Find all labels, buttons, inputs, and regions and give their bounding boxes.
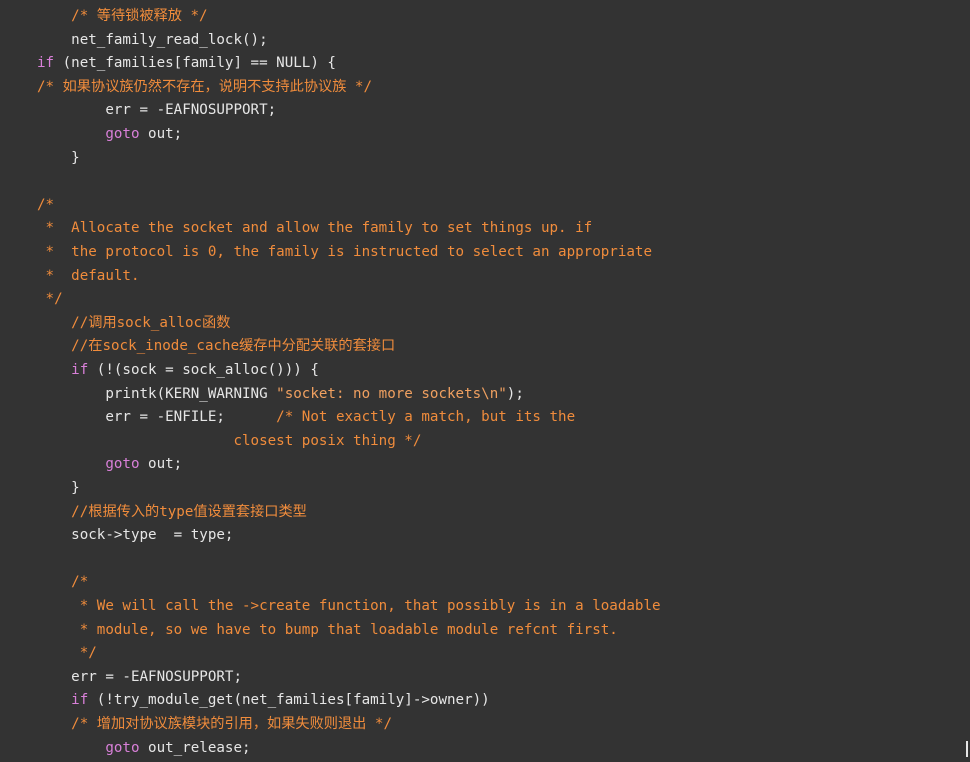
code-keyword: goto (105, 739, 140, 756)
code-comment: /* (71, 574, 89, 591)
code-comment: /* 等待锁被释放 */ (71, 8, 208, 24)
code-keyword: if (71, 362, 89, 378)
code-comment: * the protocol is 0, the family is instr… (37, 244, 652, 260)
code-keyword: if (71, 692, 89, 709)
code-comment: closest posix thing */ (37, 432, 422, 449)
code-text: } (37, 149, 80, 166)
code-text: out; (139, 456, 183, 473)
code-line: err = -EAFNOSUPPORT; (37, 665, 242, 689)
code-text: (!(sock = sock_alloc())) { (88, 362, 319, 378)
code-line: /* 如果协议族仍然不存在，说明不支持此协议族 */ (37, 75, 372, 99)
code-line: goto out_release; (37, 736, 251, 760)
code-comment: //在sock_inode_cache缓存中分配关联的套接口 (71, 338, 396, 355)
code-text: (net_families[family] == NULL) { (54, 55, 336, 72)
code-text: net_family_read_lock(); (37, 31, 268, 48)
code-line: if (!(sock = sock_alloc())) { (37, 358, 319, 382)
code-line: */ (37, 641, 97, 665)
code-comment: /* 如果协议族仍然不存在，说明不支持此协议族 */ (37, 78, 373, 95)
code-line: err = -EAFNOSUPPORT; (37, 98, 276, 122)
code-comment: /* 增加对协议族模块的引用，如果失败则退出 */ (71, 716, 392, 732)
code-line: if (net_families[family] == NULL) { (37, 51, 336, 75)
code-keyword: if (37, 55, 55, 72)
code-line: sock->type = type; (37, 523, 233, 547)
code-line: //调用sock_alloc函数 (37, 311, 230, 335)
code-comment: */ (37, 291, 63, 308)
code-text: out_release; (139, 739, 251, 756)
code-text: err = -EAFNOSUPPORT; (37, 668, 242, 685)
code-line: * default. (37, 264, 140, 288)
code-line: printk(KERN_WARNING "socket: no more soc… (37, 382, 524, 406)
code-line: err = -ENFILE; /* Not exactly a match, b… (37, 405, 575, 429)
code-line: /* (37, 193, 54, 217)
code-line: goto out; (37, 122, 182, 146)
code-line: } (37, 476, 80, 500)
code-comment: * Allocate the socket and allow the fami… (37, 220, 593, 237)
code-line: goto out; (37, 452, 182, 476)
code-text: out; (139, 126, 183, 142)
code-comment: * We will call the ->create function, th… (37, 598, 661, 614)
code-comment: /* (37, 196, 55, 213)
code-string: "socket: no more sockets\n" (276, 385, 507, 402)
code-line: * We will call the ->create function, th… (37, 594, 661, 618)
code-text: err = -ENFILE; (37, 409, 277, 426)
code-line: } (37, 146, 80, 170)
code-comment: * module, so we have to bump that loadab… (37, 621, 618, 638)
code-text: sock->type = type; (37, 527, 234, 544)
code-text: } (37, 480, 80, 496)
code-text: ); (506, 385, 524, 402)
code-line: closest posix thing */ (37, 429, 421, 453)
code-line: /* 增加对协议族模块的引用，如果失败则退出 */ (37, 712, 392, 736)
code-comment: */ (37, 645, 97, 662)
code-line: net_family_read_lock(); (37, 28, 268, 52)
code-line: * the protocol is 0, the family is instr… (37, 240, 652, 264)
code-text: err = -EAFNOSUPPORT; (37, 102, 277, 119)
code-line: * module, so we have to bump that loadab… (37, 618, 618, 642)
code-line: /* (37, 570, 88, 594)
code-line: */ (37, 287, 63, 311)
code-line: /* 等待锁被释放 */ (37, 4, 208, 28)
code-comment: /* Not exactly a match, but its the (276, 409, 576, 426)
code-comment: //调用sock_alloc函数 (71, 314, 231, 331)
code-comment: //根据传入的type值设置套接口类型 (71, 503, 307, 520)
code-line: * Allocate the socket and allow the fami… (37, 216, 593, 240)
text-cursor (966, 741, 968, 757)
code-text: printk(KERN_WARNING (37, 385, 277, 402)
code-view[interactable]: /* 等待锁被释放 */ net_family_read_lock();if (… (0, 0, 970, 762)
code-line: if (!try_module_get(net_families[family]… (37, 688, 490, 712)
code-line: //在sock_inode_cache缓存中分配关联的套接口 (37, 334, 395, 358)
code-keyword: goto (105, 456, 140, 473)
code-text: (!try_module_get(net_families[family]->o… (88, 692, 490, 709)
code-keyword: goto (105, 126, 140, 142)
code-comment: * default. (37, 267, 140, 284)
code-line: //根据传入的type值设置套接口类型 (37, 500, 307, 524)
